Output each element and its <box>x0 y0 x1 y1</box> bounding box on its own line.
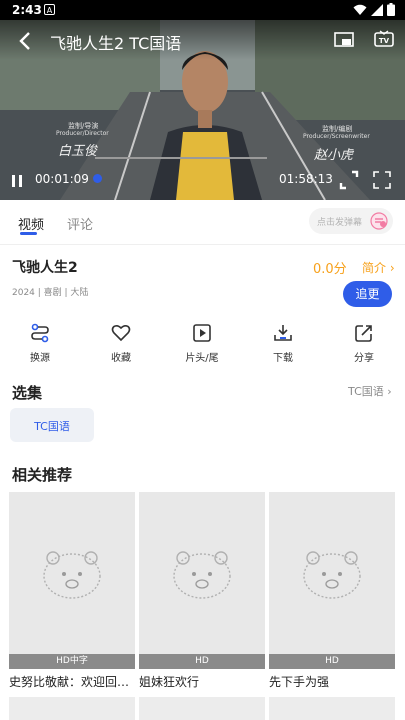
danmu-input[interactable]: 点击发弹幕 <box>309 208 393 234</box>
signal-icon <box>371 3 383 16</box>
recommend-card-title[interactable]: 史努比敬献：欢迎回… <box>9 673 137 690</box>
recommend-card[interactable]: HD <box>269 492 395 669</box>
placeholder-bear-icon <box>303 551 361 599</box>
player-controls: 00:01:09 01:58:13 <box>0 166 405 200</box>
status-time: 2:43 <box>12 3 42 17</box>
caption-right-sub: Producer/Screenwriter <box>303 133 370 140</box>
action-label: 收藏 <box>111 353 131 364</box>
back-arrow-icon[interactable] <box>16 30 34 52</box>
action-label: 换源 <box>30 353 50 364</box>
action-switch-source[interactable]: 换源 <box>10 320 70 368</box>
action-label: 分享 <box>354 353 374 364</box>
intro-link[interactable]: 简介 › <box>362 259 395 276</box>
wifi-icon <box>353 4 367 15</box>
video-player[interactable]: 飞驰人生2 TC国语 TV 监制/导演 Producer/Director 白玉… <box>0 20 405 200</box>
fullscreen-icon[interactable] <box>339 170 359 190</box>
movie-meta: 2024 | 喜剧 | 大陆 <box>12 288 89 298</box>
tab-indicator <box>20 232 37 235</box>
quality-badge: HD <box>269 654 395 669</box>
current-time: 00:01:09 <box>35 172 89 186</box>
episodes-source-label: TC国语 <box>348 385 384 398</box>
signature-left: 白玉俊 <box>58 144 98 159</box>
player-title: 飞驰人生2 TC国语 <box>50 34 182 53</box>
action-label: 片头/尾 <box>185 353 219 364</box>
tv-cast-icon[interactable]: TV <box>374 30 394 48</box>
caption-left-sub: Producer/Director <box>56 130 109 137</box>
episodes-title: 选集 <box>12 384 43 402</box>
signature-right: 赵小虎 <box>314 148 354 163</box>
movie-title: 飞驰人生2 <box>12 260 78 276</box>
episodes-source-link[interactable]: TC国语 › <box>348 383 392 399</box>
placeholder-bear-icon <box>173 551 231 599</box>
recommend-title: 相关推荐 <box>12 466 73 484</box>
action-download[interactable]: 下载 <box>253 320 313 368</box>
action-bar: 换源 收藏 片头/尾 下载 分享 <box>0 320 405 370</box>
movie-score: 0.0分 <box>313 262 347 277</box>
expand-icon[interactable] <box>372 170 392 190</box>
action-share[interactable]: 分享 <box>334 320 394 368</box>
tab-comments[interactable]: 评论 <box>67 214 93 233</box>
recommend-card[interactable] <box>9 697 135 720</box>
pip-icon[interactable] <box>334 31 354 49</box>
recommend-card-title[interactable]: 姐妹狂欢行 <box>139 673 267 690</box>
switch-source-icon <box>31 323 49 343</box>
recommend-card[interactable]: HD <box>139 492 265 669</box>
status-bar: 2:43 A <box>0 0 405 20</box>
chevron-right-icon: › <box>386 261 395 275</box>
tab-video[interactable]: 视频 <box>18 214 44 233</box>
battery-icon <box>387 3 395 16</box>
recommend-card[interactable] <box>269 697 395 720</box>
recommend-card-title[interactable]: 先下手为强 <box>269 673 397 690</box>
action-label: 下载 <box>273 353 293 364</box>
recommend-card[interactable] <box>139 697 265 720</box>
quality-badge: HD中字 <box>9 654 135 669</box>
pause-icon[interactable] <box>11 174 23 188</box>
total-time: 01:58:13 <box>279 172 333 186</box>
action-intro-outro[interactable]: 片头/尾 <box>172 320 232 368</box>
recommend-card[interactable]: HD中字 <box>9 492 135 669</box>
episode-label: TC国语 <box>34 420 70 433</box>
share-icon <box>355 325 372 342</box>
svg-text:TV: TV <box>379 37 390 45</box>
progress-knob[interactable] <box>92 174 102 183</box>
danmu-placeholder: 点击发弹幕 <box>317 218 363 228</box>
action-favorite[interactable]: 收藏 <box>91 320 151 368</box>
episode-chip[interactable]: TC国语 <box>10 408 94 442</box>
progress-track[interactable] <box>95 157 267 159</box>
intro-label: 简介 <box>362 261 387 275</box>
follow-button[interactable]: 追更 <box>343 281 392 307</box>
chevron-right-icon: › <box>383 385 392 398</box>
danmu-icon[interactable] <box>370 212 388 230</box>
heart-icon <box>111 324 131 342</box>
play-box-icon <box>193 324 211 342</box>
quality-badge: HD <box>139 654 265 669</box>
placeholder-bear-icon <box>43 551 101 599</box>
download-icon <box>274 325 292 341</box>
app-notification-icon: A <box>44 4 55 15</box>
